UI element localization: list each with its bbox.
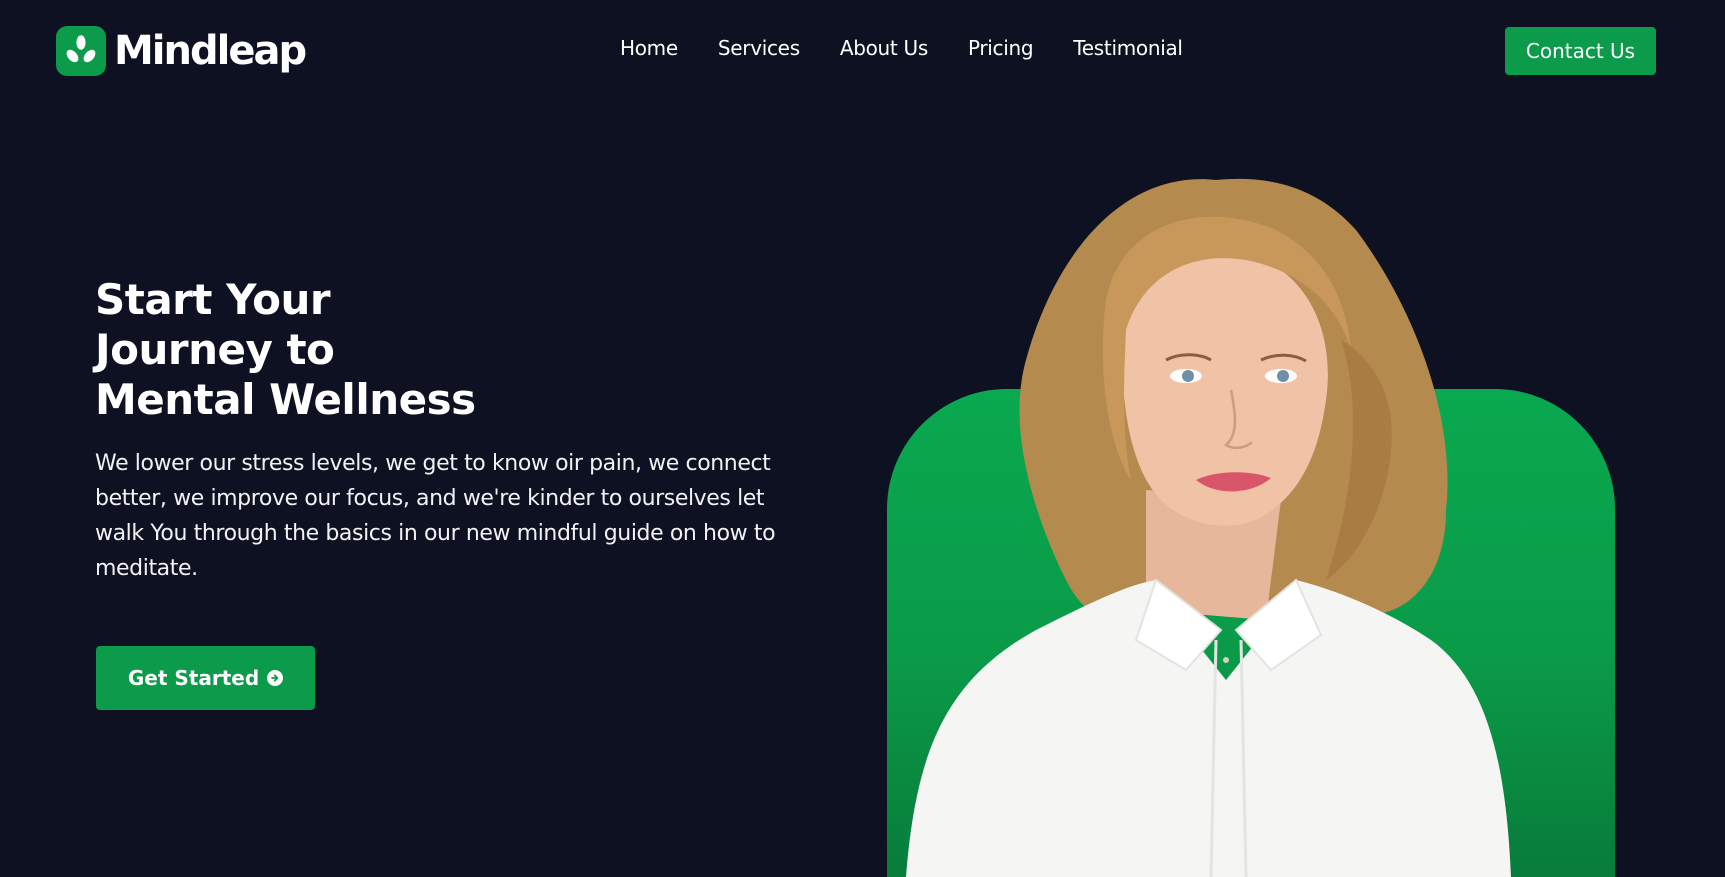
hero-description: We lower our stress levels, we get to kn… [95,451,776,581]
nav-item-testimonial: Testimonial [1073,36,1183,60]
get-started-label: Get Started [127,666,260,690]
nav-link-testimonial[interactable]: Testimonial [1073,36,1183,60]
hero-title-line-2: Journey to [95,325,335,374]
nav-link-home[interactable]: Home [620,36,678,60]
nav-item-pricing: Pricing [968,36,1034,60]
arrow-right-circle-icon [267,670,284,686]
sprout-leaves-icon [56,26,106,76]
get-started-button[interactable]: Get Started [96,646,315,710]
nav-link-services[interactable]: Services [718,36,800,60]
main-nav: Home Services About Us Pricing Testimoni… [620,36,1183,60]
nav-item-about: About Us [840,36,928,60]
navbar: Mindleap Home Services About Us Pricing … [0,0,1725,102]
contact-us-button[interactable]: Contact Us [1505,27,1656,75]
hero-title: Start Your Journey to Mental Wellness [95,275,615,425]
brand-name: Mindleap [114,28,307,74]
woman-portrait-image [906,178,1511,877]
nav-item-home: Home [620,36,678,60]
nav-link-pricing[interactable]: Pricing [968,36,1034,60]
brand-logo[interactable]: Mindleap [56,26,307,76]
nav-item-services: Services [718,36,800,60]
hero-title-line-1: Start Your [95,275,331,324]
nav-link-about-us[interactable]: About Us [840,36,928,60]
hero-title-line-3: Mental Wellness [95,375,476,424]
hero-visual [886,160,1616,877]
